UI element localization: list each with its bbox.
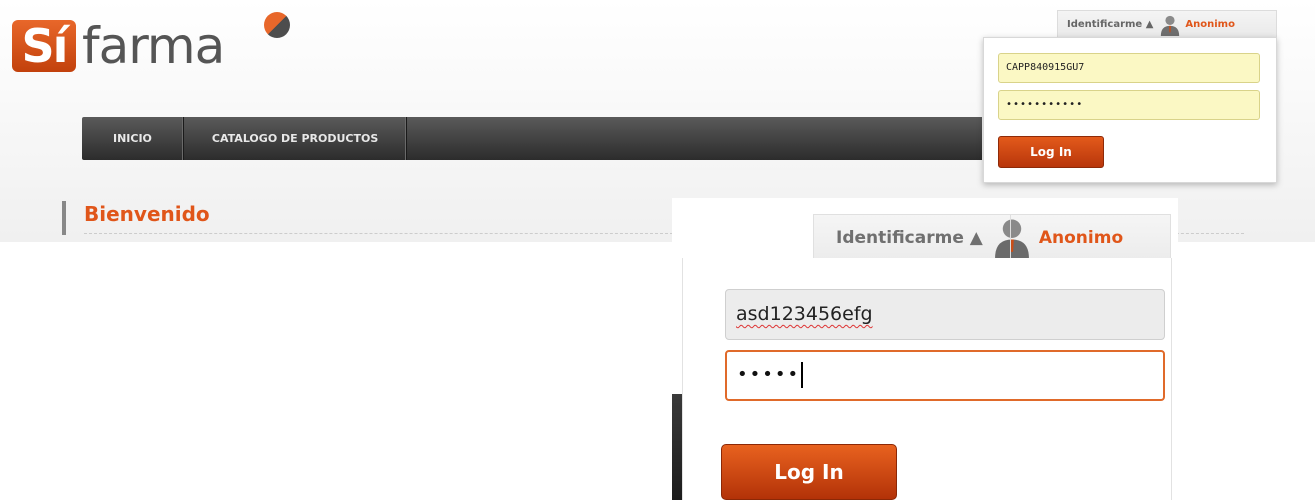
zoom-user-icon: [994, 219, 1029, 258]
nav-item-inicio[interactable]: INICIO: [82, 117, 184, 160]
main-nav: INICIO CATALOGO DE PRODUCTOS: [82, 117, 982, 160]
login-toggle[interactable]: Identificarme ▲: [1058, 19, 1153, 30]
logo-si-mark: Sí: [12, 20, 76, 72]
password-input[interactable]: •••••••••••: [998, 90, 1260, 120]
heading-accent-bar: [62, 201, 66, 235]
zoom-login-tab[interactable]: Identificarme ▲ Anonimo: [813, 214, 1171, 261]
page-title: Bienvenido: [84, 202, 210, 226]
zoom-login-panel: asd123456efg ••••• Log In: [682, 258, 1172, 500]
login-dropdown: CAPP840915GU7 ••••••••••• Log In: [983, 37, 1277, 183]
username-input[interactable]: CAPP840915GU7: [998, 53, 1260, 83]
logo-farma-text: farma: [82, 17, 225, 75]
zoom-username-value: asd123456efg: [736, 303, 873, 325]
zoom-nav-edge: [672, 394, 682, 500]
zoom-username-input[interactable]: asd123456efg: [725, 289, 1165, 340]
zoom-login-button[interactable]: Log In: [721, 444, 897, 500]
login-tab[interactable]: Identificarme ▲ Anonimo: [1057, 10, 1277, 38]
logo-dot-icon: [264, 12, 290, 38]
tab-divider: [1010, 215, 1011, 261]
zoom-password-input[interactable]: •••••: [725, 350, 1165, 401]
user-icon: [1161, 15, 1180, 36]
user-name[interactable]: Anonimo: [1185, 19, 1235, 30]
login-button[interactable]: Log In: [998, 136, 1104, 168]
nav-item-catalogo[interactable]: CATALOGO DE PRODUCTOS: [184, 117, 408, 160]
zoom-password-value: •••••: [737, 364, 801, 385]
zoomed-login-overlay: Identificarme ▲ Anonimo asd123456efg •••…: [672, 198, 1178, 500]
zoom-login-toggle[interactable]: Identificarme ▲: [814, 228, 983, 248]
text-caret: [801, 362, 804, 388]
zoom-user-name[interactable]: Anonimo: [1039, 228, 1123, 248]
